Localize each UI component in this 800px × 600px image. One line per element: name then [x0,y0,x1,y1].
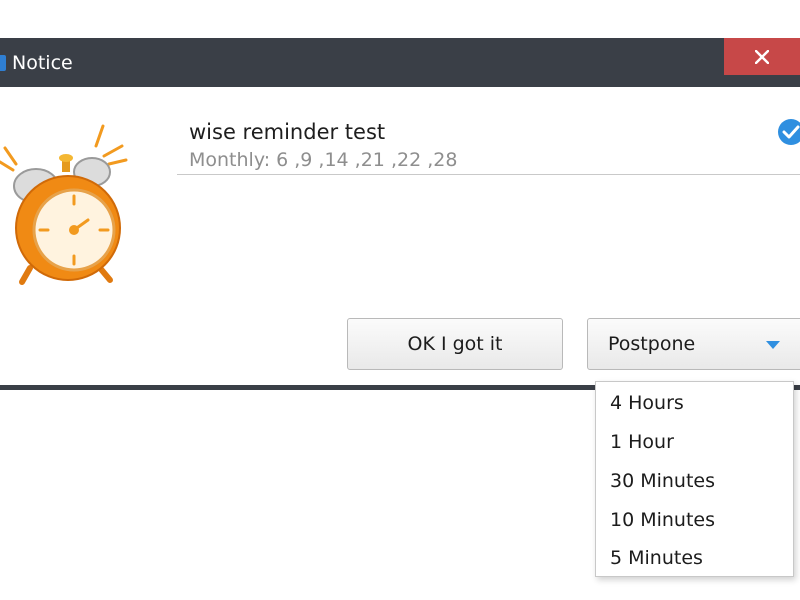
reminder-name: wise reminder test [189,120,386,144]
postpone-menu: 4 Hours 1 Hour 30 Minutes 10 Minutes 5 M… [595,381,794,577]
screen: Notice wise reminder test Monthly: 6 ,9 … [0,0,800,600]
alarm-clock-icon [0,124,128,285]
divider [177,174,800,175]
check-circle-icon[interactable] [776,116,800,148]
chevron-down-icon [766,341,780,349]
menu-item-4-hours[interactable]: 4 Hours [610,391,684,415]
postpone-dropdown-button[interactable]: Postpone [587,318,800,370]
postpone-label: Postpone [608,333,696,355]
reminder-schedule: Monthly: 6 ,9 ,14 ,21 ,22 ,28 [189,149,458,171]
app-icon [0,55,6,71]
title-bar[interactable]: Notice [0,38,800,87]
menu-item-30-minutes[interactable]: 30 Minutes [610,469,715,493]
close-icon [755,50,769,64]
menu-item-5-minutes[interactable]: 5 Minutes [610,546,703,570]
window-title: Notice [12,52,73,74]
menu-item-10-minutes[interactable]: 10 Minutes [610,508,715,532]
ok-button[interactable]: OK I got it [347,318,563,370]
close-button[interactable] [724,38,800,75]
menu-item-1-hour[interactable]: 1 Hour [610,430,674,454]
